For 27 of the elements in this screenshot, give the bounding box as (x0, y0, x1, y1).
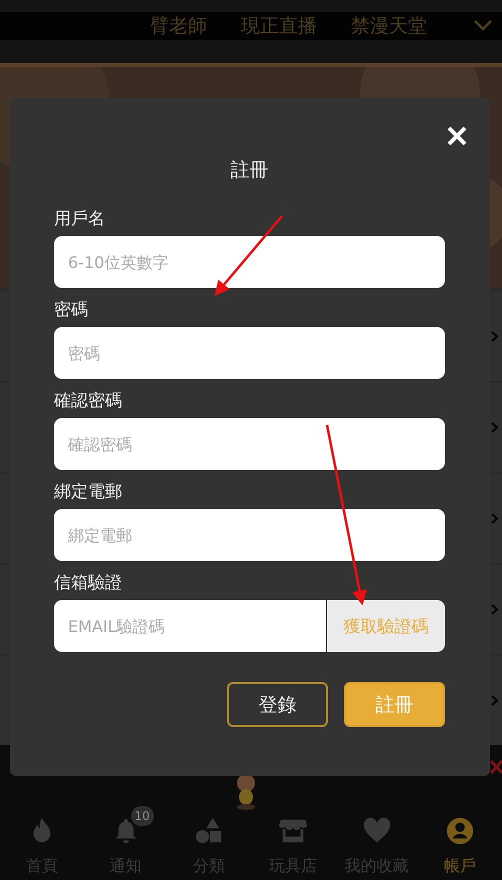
chevron-right-icon (491, 422, 498, 433)
close-icon[interactable] (446, 125, 468, 147)
chevron-down-icon[interactable] (474, 20, 492, 31)
field-label: 用戶名 (54, 208, 106, 230)
input-field[interactable]: 6-10位英數字 (54, 236, 445, 288)
input-field[interactable]: EMAIL驗證碼 (54, 600, 326, 652)
input-field[interactable]: 確認密碼 (54, 418, 445, 470)
register-button[interactable]: 註冊 (344, 682, 445, 727)
nav-tab[interactable]: 禁漫天堂 (351, 13, 427, 39)
field-label: 綁定電郵 (54, 481, 123, 503)
tab-label[interactable]: 帳戶 (444, 856, 476, 877)
user-icon[interactable] (445, 816, 476, 846)
input-field[interactable]: 密碼 (54, 327, 445, 379)
chevron-right-icon (491, 331, 498, 342)
count-badge: 10 (130, 806, 154, 826)
chevron-right-icon (491, 513, 498, 524)
nav-tab[interactable]: 現正直播 (241, 13, 317, 39)
login-button[interactable]: 登錄 (227, 682, 328, 727)
field-label: 確認密碼 (54, 390, 123, 412)
field-label: 密碼 (54, 299, 89, 321)
nav-tab[interactable]: 臂老師 (150, 13, 207, 39)
dialog-title: 註冊 (230, 158, 268, 183)
get-code-button[interactable]: 獲取驗證碼 (327, 600, 445, 652)
input-field[interactable]: 綁定電郵 (54, 509, 445, 561)
chevron-right-icon (491, 695, 498, 706)
chevron-right-icon (491, 604, 498, 615)
field-label: 信箱驗證 (54, 572, 123, 594)
